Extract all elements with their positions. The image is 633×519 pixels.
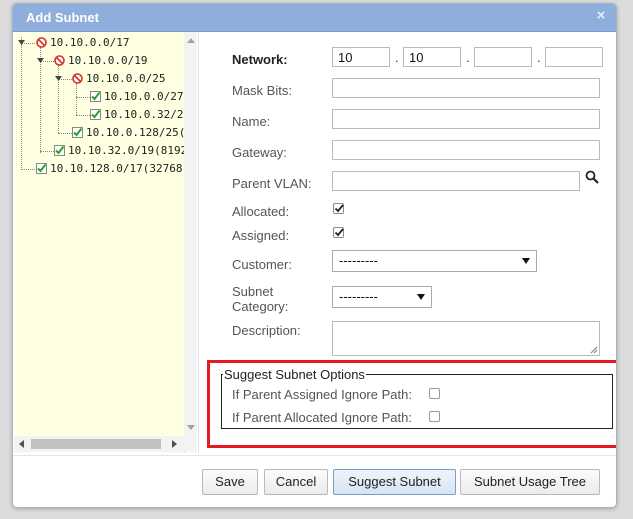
tree-connector <box>21 169 35 170</box>
name-input[interactable] <box>332 109 600 129</box>
tree-vertical-scrollbar[interactable] <box>184 32 197 436</box>
scroll-right-icon[interactable] <box>172 440 178 448</box>
tree-node-label[interactable]: 10.10.128.0/17(32768) <box>50 162 184 175</box>
dialog-titlebar[interactable]: Add Subnet × <box>13 4 616 32</box>
subnet-tree: 10.10.0.0/17 10.10.0.0/19 10.10.0.0/25 1… <box>14 32 185 453</box>
search-icon[interactable] <box>585 170 599 184</box>
customer-select-value: --------- <box>339 253 378 268</box>
cancel-button[interactable]: Cancel <box>264 469 328 495</box>
mask-bits-input[interactable] <box>332 78 600 98</box>
collapse-icon[interactable] <box>17 38 26 47</box>
octet-separator: . <box>466 50 470 65</box>
subnet-category-select-value: --------- <box>339 289 378 304</box>
tree-node[interactable]: 10.10.0.32/27( <box>90 108 184 125</box>
check-icon <box>54 145 65 156</box>
network-octet-2[interactable] <box>403 47 461 67</box>
customer-select[interactable]: --------- <box>332 250 537 272</box>
check-icon <box>334 228 344 237</box>
tree-connector <box>76 97 90 98</box>
parent-vlan-input[interactable] <box>332 171 580 191</box>
collapse-icon[interactable] <box>54 74 63 83</box>
suggest-subnet-button[interactable]: Suggest Subnet <box>333 469 456 495</box>
tree-node[interactable]: 10.10.0.0/17 <box>36 36 129 53</box>
subnet-usage-tree-button[interactable]: Subnet Usage Tree <box>460 469 600 495</box>
tree-connector <box>40 151 54 152</box>
network-octet-1[interactable] <box>332 47 390 67</box>
tree-node-label[interactable]: 10.10.0.0/27( <box>104 90 184 103</box>
tree-node[interactable]: 10.10.32.0/19(8192 <box>54 144 184 161</box>
allocated-checkbox[interactable] <box>333 203 344 214</box>
name-label: Name: <box>232 114 271 129</box>
check-icon <box>90 109 101 120</box>
dialog-title: Add Subnet <box>26 10 99 25</box>
network-octet-4[interactable] <box>545 47 603 67</box>
subnet-category-label: Category: <box>232 299 289 314</box>
tree-node-label[interactable]: 10.10.0.0/25 <box>86 72 165 85</box>
tree-node[interactable]: 10.10.0.128/25( <box>72 126 184 143</box>
chevron-down-icon <box>417 294 425 300</box>
tree-connector <box>58 133 72 134</box>
tree-node[interactable]: 10.10.0.0/19 <box>54 54 147 71</box>
octet-separator: . <box>395 50 399 65</box>
subnet-category-label: Subnet <box>232 284 274 299</box>
tree-connector <box>76 115 90 116</box>
highlight-box <box>207 360 616 448</box>
tree-connector <box>21 37 22 170</box>
check-icon <box>90 91 101 102</box>
assigned-label: Assigned: <box>232 228 290 243</box>
scroll-left-icon[interactable] <box>18 440 24 448</box>
no-entry-icon <box>36 37 47 48</box>
tree-node-label[interactable]: 10.10.0.0/19 <box>68 54 147 67</box>
gateway-label: Gateway: <box>232 145 287 160</box>
tree-node-label[interactable]: 10.10.32.0/19(8192 <box>68 144 184 157</box>
check-icon <box>36 163 47 174</box>
parent-vlan-label: Parent VLAN: <box>232 176 312 191</box>
tree-node-label[interactable]: 10.10.0.32/27( <box>104 108 184 121</box>
check-icon <box>334 204 344 213</box>
mask-bits-label: Mask Bits: <box>232 83 292 98</box>
save-button[interactable]: Save <box>202 469 258 495</box>
panel-divider <box>198 32 199 453</box>
add-subnet-dialog: Add Subnet × 10.10.0.0/17 10.10.0.0/19 1… <box>12 3 617 508</box>
gateway-input[interactable] <box>332 140 600 160</box>
description-textarea[interactable] <box>332 321 600 356</box>
footer-divider <box>13 455 616 456</box>
chevron-down-icon <box>522 258 530 264</box>
scroll-up-icon[interactable] <box>187 37 195 43</box>
tree-horizontal-scrollbar[interactable] <box>14 436 197 452</box>
tree-node-label[interactable]: 10.10.0.128/25( <box>86 126 184 139</box>
resize-grip-icon[interactable] <box>590 346 598 354</box>
close-icon[interactable]: × <box>594 8 608 23</box>
customer-label: Customer: <box>232 257 292 272</box>
scroll-down-icon[interactable] <box>187 425 195 431</box>
no-entry-icon <box>72 73 83 84</box>
subnet-category-select[interactable]: --------- <box>332 286 432 308</box>
assigned-checkbox[interactable] <box>333 227 344 238</box>
collapse-icon[interactable] <box>36 56 45 65</box>
octet-separator: . <box>537 50 541 65</box>
description-label: Description: <box>232 323 301 338</box>
network-label: Network: <box>232 52 288 67</box>
check-icon <box>72 127 83 138</box>
tree-node[interactable]: 10.10.0.0/25 <box>72 72 165 89</box>
scroll-thumb[interactable] <box>31 439 161 449</box>
tree-node[interactable]: 10.10.128.0/17(32768) <box>36 162 184 179</box>
tree-node-label[interactable]: 10.10.0.0/17 <box>50 36 129 49</box>
no-entry-icon <box>54 55 65 66</box>
tree-node[interactable]: 10.10.0.0/27( <box>90 90 184 107</box>
network-octet-3[interactable] <box>474 47 532 67</box>
allocated-label: Allocated: <box>232 204 290 219</box>
